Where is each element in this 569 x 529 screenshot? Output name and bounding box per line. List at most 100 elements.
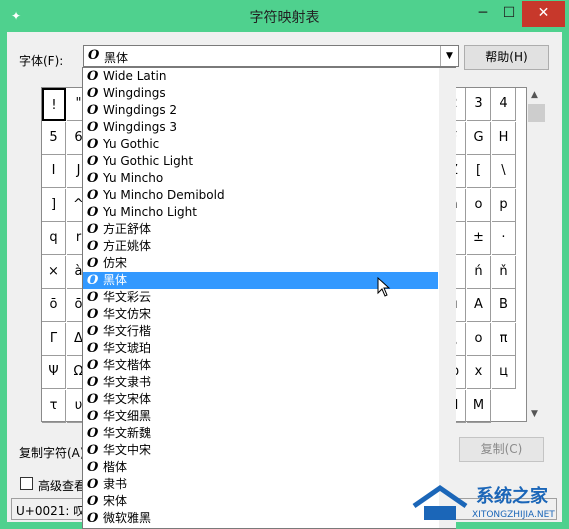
font-list-item[interactable]: O 华文细黑: [83, 408, 438, 425]
font-list-item-label: 微软雅黑: [103, 511, 152, 525]
advanced-view-label: 高级查看: [38, 479, 87, 493]
char-cell[interactable]: х: [467, 356, 491, 389]
font-list-item[interactable]: O Yu Mincho Demibold: [83, 187, 438, 204]
char-cell[interactable]: [: [467, 155, 491, 188]
minimize-button[interactable]: ─: [470, 1, 496, 27]
site-watermark: 系统之家 XITONGZHIJIA.NET: [406, 478, 569, 529]
scroll-up-icon[interactable]: ▲: [531, 90, 538, 100]
font-list-item[interactable]: O 方正姚体: [83, 238, 438, 255]
font-list-item-label: 华文楷体: [103, 358, 152, 372]
font-dropdown-list[interactable]: O Wide Latin O Wingdings O Wingdings 2 O Wingdi…: [82, 67, 456, 529]
char-cell[interactable]: ц: [492, 356, 516, 389]
font-list-item[interactable]: O 楷体: [83, 459, 438, 476]
char-cell[interactable]: H: [492, 121, 516, 155]
maximize-button[interactable]: ☐: [496, 1, 522, 27]
char-cell[interactable]: π: [492, 322, 516, 356]
font-list-item-label: 黑体: [103, 273, 128, 287]
opentype-font-icon: O: [87, 171, 99, 186]
font-combobox[interactable]: O 黑体 ▼: [83, 45, 459, 67]
font-list-item[interactable]: O 方正舒体: [83, 221, 438, 238]
font-list-item-label: 楷体: [103, 460, 128, 474]
font-list-item[interactable]: O Yu Mincho: [83, 170, 438, 187]
font-list-item-label: 华文仿宋: [103, 307, 152, 321]
char-cell[interactable]: ō: [42, 289, 66, 322]
font-list-item-label: 仿宋: [103, 256, 128, 270]
char-cell[interactable]: ń: [467, 255, 491, 289]
font-list-item-label: 隶书: [103, 477, 128, 491]
opentype-font-icon: O: [87, 239, 99, 254]
font-list-item-label: Wingdings 3: [103, 120, 178, 134]
font-list-item[interactable]: O 华文仿宋: [83, 306, 438, 323]
opentype-font-icon: O: [87, 137, 99, 152]
status-text: U+0021: 叹: [16, 504, 86, 518]
char-cell[interactable]: B: [492, 289, 516, 322]
scroll-thumb[interactable]: [528, 104, 545, 122]
opentype-font-icon: O: [87, 477, 99, 492]
char-cell[interactable]: Γ: [42, 322, 66, 356]
opentype-font-icon: O: [87, 307, 99, 322]
scroll-down-icon[interactable]: ▼: [531, 409, 538, 419]
font-list-item[interactable]: O 华文隶书: [83, 374, 438, 391]
font-list-item[interactable]: O 华文新魏: [83, 425, 438, 442]
font-list-item[interactable]: O 宋体: [83, 493, 438, 510]
char-cell[interactable]: ο: [467, 322, 491, 356]
font-list-item[interactable]: O 华文琥珀: [83, 340, 438, 357]
char-cell[interactable]: !: [42, 88, 66, 121]
opentype-font-icon: O: [88, 48, 100, 63]
font-list-item[interactable]: O 隶书: [83, 476, 438, 493]
char-cell[interactable]: τ: [42, 389, 66, 423]
font-label: 字体(F):: [19, 54, 64, 68]
font-list-item[interactable]: O Yu Gothic Light: [83, 153, 438, 170]
font-list-item-label: Yu Mincho: [103, 171, 164, 185]
char-cell[interactable]: q: [42, 222, 66, 255]
char-cell[interactable]: \: [492, 155, 516, 188]
char-cell[interactable]: I: [42, 155, 66, 188]
font-list-item-label: Wingdings: [103, 86, 166, 100]
font-list-item[interactable]: O 微软雅黑: [83, 510, 438, 527]
advanced-view-checkbox[interactable]: [20, 477, 33, 490]
font-list-item-label: Yu Mincho Demibold: [103, 188, 225, 202]
font-list-item[interactable]: O 华文楷体: [83, 357, 438, 374]
font-list-item[interactable]: O Wingdings 3: [83, 119, 438, 136]
font-list-item[interactable]: O 华文中宋: [83, 442, 438, 459]
font-list-item[interactable]: O Yu Mincho Light: [83, 204, 438, 221]
dropdown-scrollbar[interactable]: [439, 68, 456, 528]
chevron-down-icon[interactable]: ▼: [440, 46, 458, 66]
char-cell[interactable]: A: [467, 289, 491, 322]
char-cell[interactable]: ±: [467, 222, 491, 255]
help-button[interactable]: 帮助(H): [464, 45, 549, 70]
close-button[interactable]: ✕: [522, 1, 565, 27]
copy-button[interactable]: 复制(C): [459, 437, 544, 462]
char-cell[interactable]: 3: [467, 88, 491, 121]
opentype-font-icon: O: [87, 324, 99, 339]
opentype-font-icon: O: [87, 273, 99, 288]
char-cell[interactable]: 4: [492, 88, 516, 121]
char-cell[interactable]: М: [467, 389, 491, 423]
char-cell[interactable]: ň: [492, 255, 516, 289]
font-list-item[interactable]: O Wingdings 2: [83, 102, 438, 119]
font-list-item[interactable]: O Wide Latin: [83, 68, 438, 85]
char-cell[interactable]: o: [467, 188, 491, 222]
font-list-item-label: 华文新魏: [103, 426, 152, 440]
char-cell[interactable]: ]: [42, 188, 66, 222]
char-cell[interactable]: ×: [42, 255, 66, 289]
opentype-font-icon: O: [87, 86, 99, 101]
font-list-item[interactable]: O 华文行楷: [83, 323, 438, 340]
char-cell[interactable]: Ψ: [42, 356, 66, 389]
font-list-item[interactable]: O 华文宋体: [83, 391, 438, 408]
font-list-item[interactable]: O 仿宋: [83, 255, 438, 272]
grid-scrollbar[interactable]: ▲ ▼: [528, 87, 545, 422]
char-cell[interactable]: ·: [492, 222, 516, 255]
font-list-item[interactable]: O Wingdings: [83, 85, 438, 102]
opentype-font-icon: O: [87, 205, 99, 220]
font-list-item-label: 华文琥珀: [103, 341, 152, 355]
char-cell[interactable]: G: [467, 121, 491, 155]
opentype-font-icon: O: [87, 290, 99, 305]
font-list-item-label: Yu Mincho Light: [103, 205, 197, 219]
font-list-item[interactable]: O Yu Gothic: [83, 136, 438, 153]
title-bar[interactable]: ✦ 字符映射表 ─ ☐ ✕: [0, 0, 569, 32]
char-cell[interactable]: p: [492, 188, 516, 222]
copy-chars-label: 复制字符(A):: [19, 446, 89, 460]
char-cell[interactable]: 5: [42, 121, 66, 155]
font-list-item-label: 方正舒体: [103, 222, 152, 236]
